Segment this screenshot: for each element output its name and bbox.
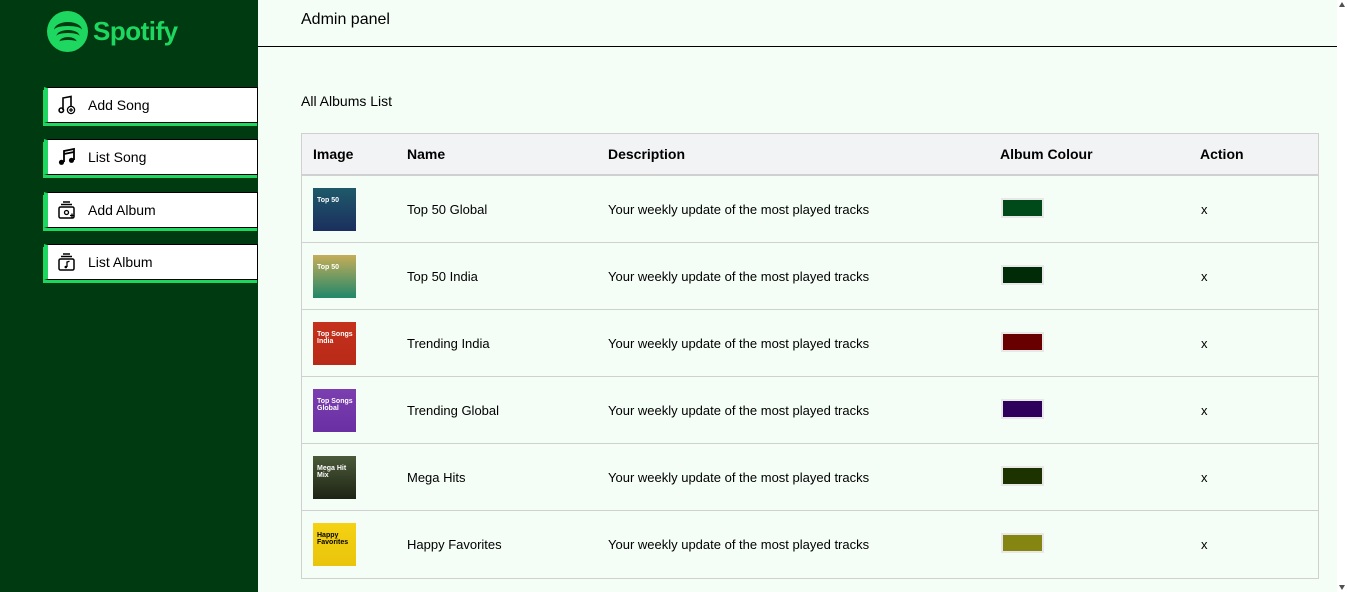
album-image-cell: Top Songs India [302,321,407,365]
vertical-scrollbar[interactable] [1337,0,1347,592]
album-cover-text: Top Songs India [317,330,353,345]
spotify-logo[interactable]: Spotify [47,10,178,52]
album-colour-cell [1000,197,1200,221]
album-name: Trending Global [407,402,500,418]
album-cover-text: Mega Hit Mix [317,464,347,479]
album-cover-image: Top 50 [313,254,356,298]
album-colour-cell [1000,398,1200,422]
sidebar-item-add-song[interactable]: Add Song [44,87,258,123]
column-header-action: Action [1200,146,1244,162]
column-header-album-colour: Album Colour [1000,146,1093,162]
music-note-icon [57,147,77,167]
table-row: Mega Hit Mix Mega Hits Your weekly update … [302,444,1318,511]
album-action-cell: x [1200,403,1318,418]
add-album-icon [57,200,77,220]
album-colour-cell [1000,533,1200,556]
topbar: Admin panel [258,0,1337,47]
sidebar-item-label: Add Album [88,202,156,218]
album-image-cell: Mega Hit Mix [302,455,407,499]
page-title: Admin panel [301,11,390,28]
album-cover-text: Top Songs Global [317,397,353,412]
column-header-name: Name [407,146,446,162]
album-cover-image: Top 50 [313,187,356,231]
table-row: Top 50 Top 50 Global Your weekly update of… [302,176,1318,243]
album-action-cell: x [1200,202,1318,217]
album-description: Your weekly update of the most played tr… [608,402,870,418]
add-music-icon [57,95,77,115]
column-header-description: Description [608,146,686,162]
album-description: Your weekly update of the most played tr… [608,268,870,284]
album-colour-swatch [1001,331,1044,352]
spotify-icon [47,10,88,52]
album-colour-cell [1000,264,1200,288]
delete-album-button[interactable]: x [1200,336,1208,351]
album-colour-swatch [1001,398,1044,419]
album-image-cell: Happy Favorites [302,523,407,566]
delete-album-button[interactable]: x [1200,269,1208,284]
album-action-cell: x [1200,336,1318,351]
album-action-cell: x [1200,470,1318,485]
sidebar-nav: Add Song List Song Add Album List Album [44,87,258,296]
album-image-cell: Top 50 [302,187,407,231]
delete-album-button[interactable]: x [1200,403,1208,418]
album-description: Your weekly update of the most played tr… [608,335,870,351]
album-colour-cell [1000,465,1200,489]
album-colour-swatch [1001,264,1044,285]
album-colour-cell [1000,331,1200,355]
album-image-cell: Top Songs Global [302,388,407,432]
sidebar-item-label: List Song [88,149,147,165]
album-cover-image: Mega Hit Mix [313,455,356,499]
album-colour-swatch [1001,197,1044,218]
album-description: Your weekly update of the most played tr… [608,469,870,485]
section-title: All Albums List [301,93,393,109]
scroll-up-arrow-icon[interactable] [1339,2,1345,7]
album-cover-image: Top Songs India [313,321,356,365]
sidebar: Spotify Add Song List Song Add Album Lis… [0,0,258,592]
album-list-icon [57,252,77,272]
album-description: Your weekly update of the most played tr… [608,537,870,552]
album-colour-swatch [1001,465,1044,486]
album-action-cell: x [1200,537,1318,552]
album-name: Mega Hits [407,469,466,485]
delete-album-button[interactable]: x [1200,202,1208,217]
album-cover-image: Happy Favorites [313,523,356,566]
album-image-cell: Top 50 [302,254,407,298]
album-cover-text: Happy Favorites [317,532,349,546]
column-header-image: Image [313,146,354,162]
album-name: Trending India [407,335,490,351]
delete-album-button[interactable]: x [1200,470,1208,485]
table-row: Top 50 Top 50 India Your weekly update of … [302,243,1318,310]
table-header: Image Name Description Album Colour Acti… [302,134,1318,176]
scroll-down-arrow-icon[interactable] [1339,585,1345,590]
delete-album-button[interactable]: x [1200,537,1208,552]
table-row: Happy Favorites Happy Favorites Your weekl… [302,511,1318,578]
album-cover-text: Top 50 [317,196,340,204]
sidebar-item-list-song[interactable]: List Song [44,139,258,175]
sidebar-item-list-album[interactable]: List Album [44,244,258,280]
sidebar-item-add-album[interactable]: Add Album [44,192,258,228]
album-name: Top 50 India [407,268,478,284]
logo-text: Spotify [93,15,178,46]
album-description: Your weekly update of the most played tr… [608,201,870,217]
table-row: Top Songs India Trending India Your weekly… [302,310,1318,377]
album-cover-text: Top 50 [317,263,340,271]
table-row: Top Songs Global Trending Global Your week… [302,377,1318,444]
album-colour-swatch [1001,533,1044,553]
album-cover-image: Top Songs Global [313,388,356,432]
album-action-cell: x [1200,269,1318,284]
sidebar-item-label: List Album [88,254,153,270]
album-name: Top 50 Global [407,201,488,217]
sidebar-item-label: Add Song [88,97,150,113]
album-name: Happy Favorites [407,537,502,552]
albums-table: Image Name Description Album Colour Acti… [301,133,1319,579]
